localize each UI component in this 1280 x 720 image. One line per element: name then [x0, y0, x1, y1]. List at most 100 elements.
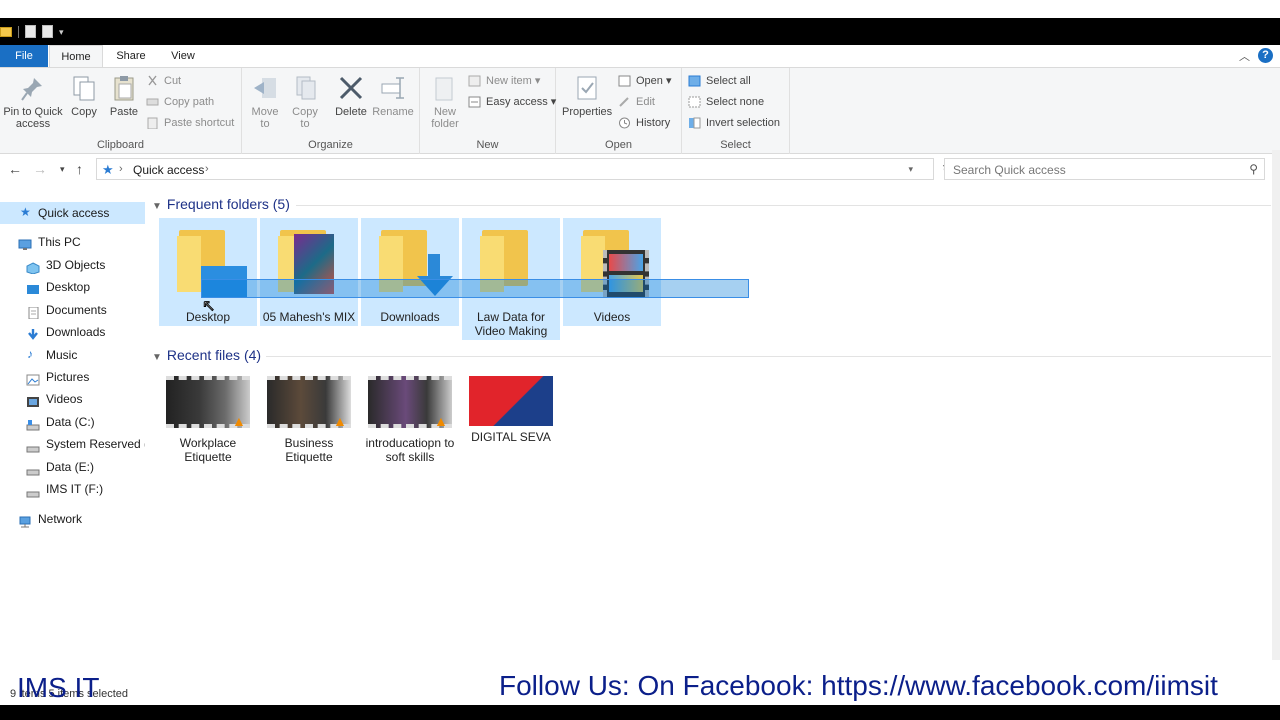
sidebar-item-label: Documents: [46, 303, 107, 317]
recent-files-header[interactable]: ▼ Recent files (4): [152, 347, 261, 363]
recent-file-tile[interactable]: ▲ introducatiopn to soft skills: [362, 370, 458, 464]
copy-path-icon: [146, 96, 159, 108]
copy-to-button[interactable]: Copy to: [288, 72, 322, 130]
title-bar: ▾: [0, 22, 1280, 45]
music-icon: ♪: [27, 347, 33, 361]
folder-tile[interactable]: 05 Mahesh's MIX: [260, 218, 358, 326]
recent-file-tile[interactable]: DIGITAL SEVA: [463, 370, 559, 460]
pc-icon: [18, 236, 32, 250]
select-all-button[interactable]: Select all: [688, 72, 751, 90]
invert-selection-label: Invert selection: [706, 117, 780, 129]
folder-tile[interactable]: Videos: [563, 218, 661, 326]
separator: ▾: [59, 26, 64, 37]
move-to-label: Move to: [251, 106, 279, 130]
sidebar-item-videos[interactable]: Videos: [0, 388, 145, 410]
drive-icon: [26, 416, 40, 431]
delete-label: Delete: [335, 106, 367, 118]
paste-shortcut-button[interactable]: Paste shortcut: [146, 114, 234, 132]
sidebar-item-desktop[interactable]: Desktop: [0, 276, 145, 298]
sidebar-item-drive-d[interactable]: System Reserved (D: [0, 433, 145, 455]
sidebar-item-drive-c[interactable]: Data (C:): [0, 411, 145, 433]
top-white-bar: [0, 0, 1280, 18]
select-none-button[interactable]: Select none: [688, 93, 764, 111]
scissors-icon: [146, 75, 159, 87]
help-icon[interactable]: ?: [1258, 48, 1273, 63]
recent-file-tile[interactable]: ▲ Workplace Etiquette: [160, 370, 256, 464]
history-button[interactable]: History: [618, 114, 670, 132]
film-frame: [609, 254, 643, 271]
sidebar-item-quick-access[interactable]: ★ Quick access: [0, 202, 145, 224]
copy-label: Copy: [71, 106, 97, 118]
sidebar-item-3d-objects[interactable]: 3D Objects: [0, 254, 145, 276]
sidebar-item-pictures[interactable]: Pictures: [0, 366, 145, 388]
sidebar-item-label: Music: [46, 348, 78, 362]
tab-file[interactable]: File: [0, 45, 48, 67]
sidebar-item-drive-e[interactable]: Data (E:): [0, 456, 145, 478]
videos-icon: [26, 393, 40, 407]
vertical-scrollbar[interactable]: [1272, 150, 1280, 660]
sidebar-item-label: Downloads: [46, 325, 106, 339]
sidebar-item-label: System Reserved (D: [46, 437, 145, 451]
bottom-black-bar: [0, 705, 1280, 720]
quick-access-toolbar: ▾: [0, 25, 65, 38]
paste-icon: [111, 74, 137, 102]
edit-button[interactable]: Edit: [618, 93, 655, 111]
separator: [18, 25, 19, 38]
copy-path-button[interactable]: Copy path: [146, 93, 214, 111]
drive-icon: [26, 461, 40, 476]
open-button[interactable]: Open ▾: [618, 72, 672, 90]
new-group: New folder New item ▾ Easy access ▾ New: [420, 68, 556, 154]
frequent-folders-header[interactable]: ▼ Frequent folders (5): [152, 196, 290, 212]
pin-quick-access-button[interactable]: Pin to Quick access: [2, 72, 64, 130]
sidebar-item-network[interactable]: Network: [0, 508, 145, 530]
sidebar-item-downloads[interactable]: Downloads: [0, 321, 145, 343]
move-to-button[interactable]: Move to: [248, 72, 282, 130]
download-icon: [26, 326, 40, 340]
sidebar-item-this-pc[interactable]: This PC: [0, 231, 145, 253]
recent-file-tile[interactable]: ▲ Business Etiquette: [261, 370, 357, 464]
image-thumbnail-icon: [469, 376, 553, 426]
sidebar-item-label: Pictures: [46, 370, 90, 384]
delete-button[interactable]: Delete: [332, 72, 370, 118]
folder-front-icon: [177, 236, 201, 292]
tab-share[interactable]: Share: [105, 45, 157, 67]
sidebar-item-documents[interactable]: Documents: [0, 299, 145, 321]
properties-label: Properties: [562, 106, 613, 118]
new-item-label: New item: [486, 75, 532, 87]
copy-button[interactable]: Copy: [66, 72, 102, 118]
folder-label: Downloads: [380, 310, 440, 324]
properties-icon[interactable]: [25, 25, 36, 38]
desktop-icon: [26, 281, 40, 294]
new-folder-button[interactable]: New folder: [426, 72, 464, 130]
file-label: Business Etiquette: [284, 436, 334, 464]
tab-view[interactable]: View: [158, 45, 208, 67]
rename-icon: [380, 74, 406, 102]
paste-button[interactable]: Paste: [106, 72, 142, 118]
select-none-label: Select none: [706, 96, 765, 108]
select-group: Select all Select none Invert selection …: [682, 68, 790, 154]
copy-icon: [71, 74, 97, 102]
cut-button[interactable]: Cut: [146, 72, 181, 90]
collapse-ribbon-icon[interactable]: ︿: [1239, 48, 1250, 64]
folder-tile[interactable]: Downloads: [361, 218, 459, 326]
invert-selection-button[interactable]: Invert selection: [688, 114, 780, 132]
new-item-button[interactable]: New item ▾: [468, 72, 540, 90]
select-all-icon: [688, 75, 701, 87]
sidebar-item-music[interactable]: ♪ Music: [0, 344, 145, 366]
tab-home[interactable]: Home: [49, 45, 103, 67]
sidebar-item-label: 3D Objects: [46, 258, 106, 272]
properties-button[interactable]: Properties: [562, 72, 612, 118]
open-label: Open: [636, 75, 663, 87]
easy-access-button[interactable]: Easy access ▾: [468, 93, 556, 111]
folder-label: 05 Mahesh's MIX: [262, 310, 356, 324]
sidebar-item-drive-f[interactable]: IMS IT (F:): [0, 478, 145, 500]
sidebar-item-label: Network: [38, 512, 83, 526]
vlc-cone-icon: ▲: [333, 413, 347, 429]
easy-access-label: Easy access: [486, 96, 548, 108]
rename-button[interactable]: Rename: [372, 72, 414, 118]
vlc-cone-icon: ▲: [232, 413, 246, 429]
new-folder-icon[interactable]: [42, 25, 53, 38]
section-divider: [296, 205, 1271, 206]
cut-label: Cut: [164, 75, 182, 87]
properties-icon: [574, 74, 600, 102]
